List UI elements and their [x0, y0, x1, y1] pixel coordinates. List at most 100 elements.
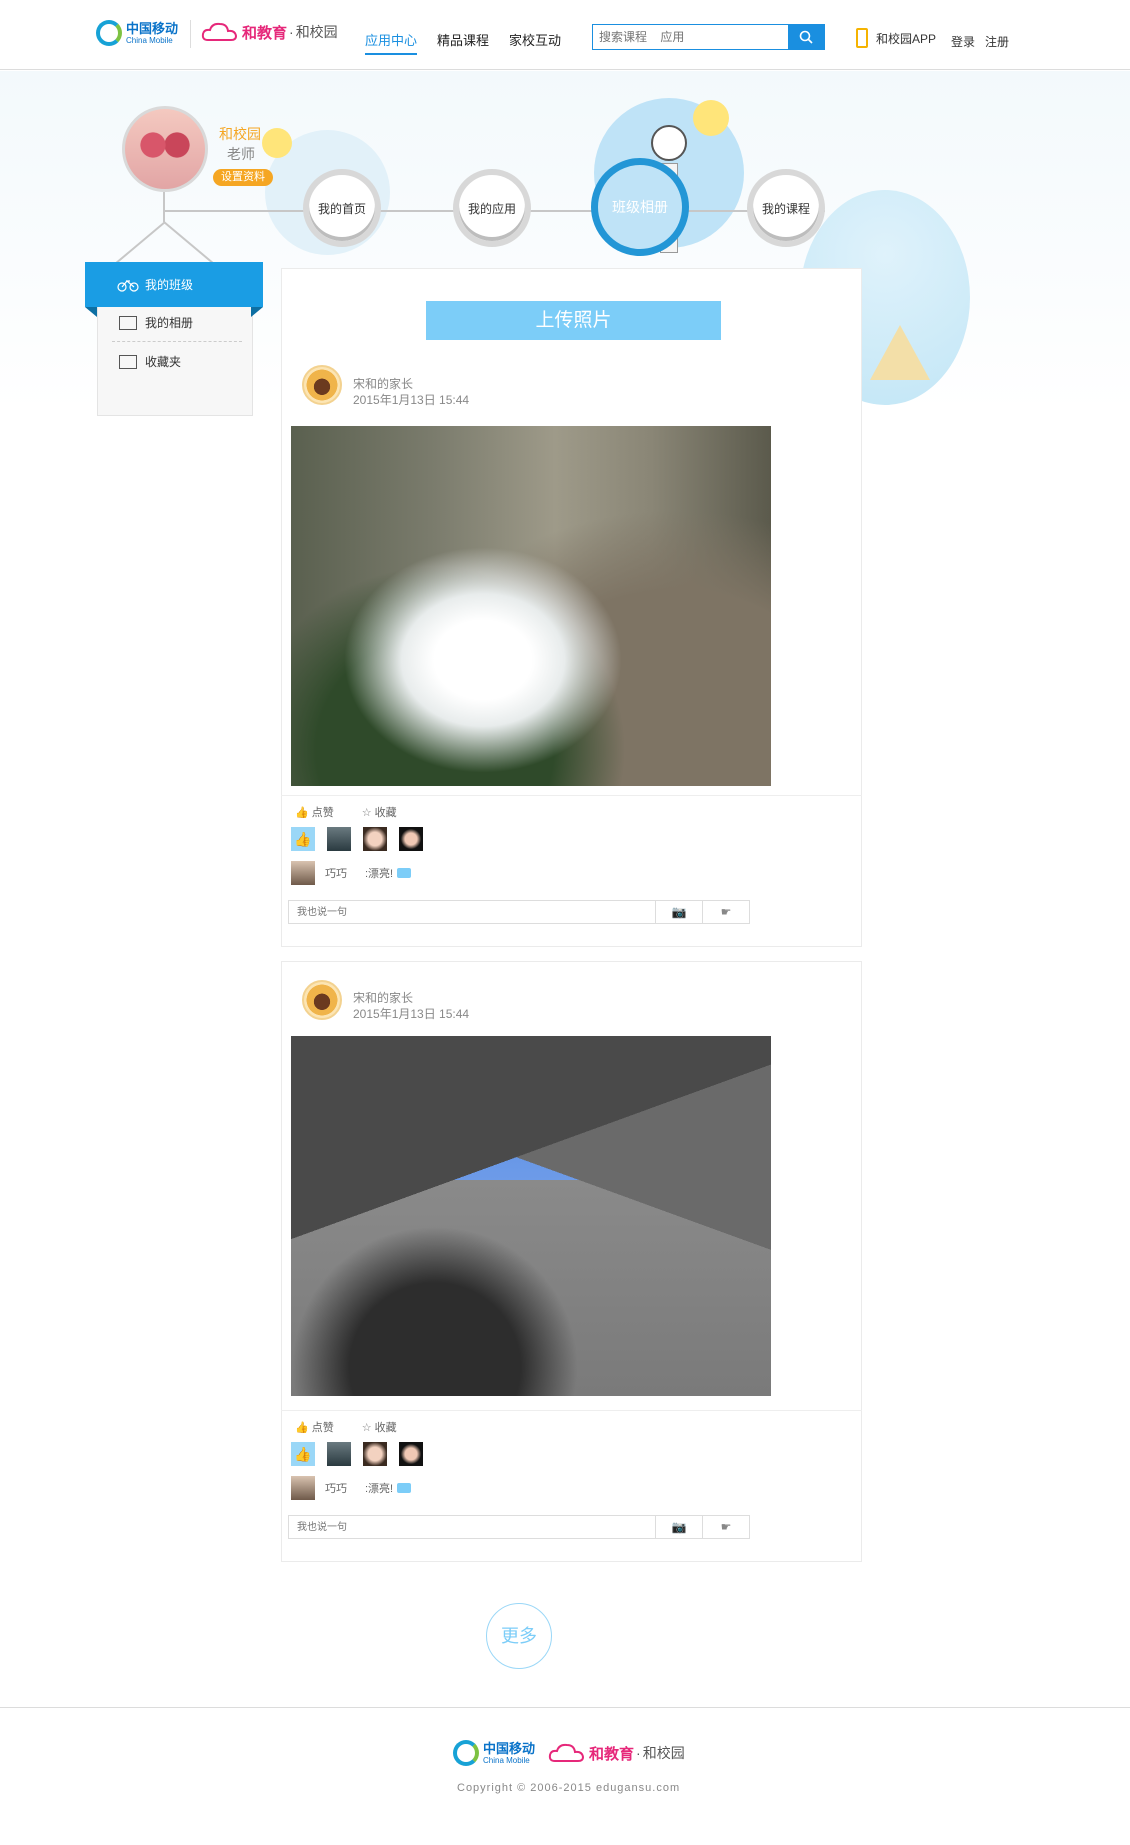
user-role: 老师 — [227, 146, 255, 162]
liker-avatar[interactable] — [363, 827, 387, 851]
camera-icon: 📷 — [671, 905, 687, 919]
post-actions: 👍 点赞 ☆ 收藏 — [295, 1419, 397, 1435]
post-author[interactable]: 宋和的家长 — [353, 375, 413, 392]
copyright: Copyright © 2006-2015 edugansu.com — [457, 1782, 681, 1794]
footer-china-mobile-cn: 中国移动 — [483, 1740, 536, 1756]
post-time: 2015年1月13日 15:44 — [353, 393, 470, 407]
logo-divider — [190, 20, 191, 48]
nav-app-center[interactable]: 应用中心 — [365, 30, 418, 55]
user-name: 和校园 — [219, 126, 261, 142]
brand-sep: · — [289, 24, 294, 40]
comment-item: 巧巧 :漂亮! — [291, 861, 412, 885]
menu-label: 我的班级 — [145, 278, 194, 292]
load-more-button[interactable]: 更多 — [486, 1603, 552, 1669]
login-link[interactable]: 登录 — [951, 33, 975, 50]
user-avatar[interactable] — [122, 106, 208, 192]
comment-input[interactable] — [289, 1516, 655, 1538]
comment-item: 巧巧 :漂亮! — [291, 1476, 412, 1500]
star-icon: ☆ — [361, 1422, 372, 1434]
comment-text: :漂亮! — [365, 1483, 394, 1495]
camera-icon: 📷 — [671, 1520, 687, 1534]
menu-my-album[interactable]: 我的相册 — [119, 314, 193, 331]
brand-sub: 和校园 — [295, 24, 338, 40]
divider — [281, 1410, 862, 1411]
china-mobile-cn: 中国移动 — [126, 20, 179, 36]
nav-courses[interactable]: 精品课程 — [437, 30, 489, 55]
likers-list: 👍 — [291, 1442, 423, 1466]
phone-icon — [856, 28, 868, 48]
cloud-icon — [547, 1741, 587, 1765]
menu-divider — [112, 341, 242, 342]
commenter-avatar[interactable] — [291, 1476, 315, 1500]
post-actions: 👍 点赞 ☆ 收藏 — [295, 804, 397, 820]
reply-bubble-icon[interactable] — [397, 1483, 412, 1493]
circle-nav-home[interactable]: 我的首页 — [303, 169, 381, 247]
china-mobile-logo[interactable]: 中国移动 China Mobile — [96, 18, 178, 48]
like-button[interactable]: 👍 点赞 — [295, 1419, 334, 1435]
app-download-link[interactable]: 和校园APP — [856, 28, 936, 48]
comment-text: :漂亮! — [365, 868, 394, 880]
camera-button[interactable]: 📷 — [655, 1516, 702, 1538]
comment-input[interactable] — [289, 901, 655, 923]
menu-favorites[interactable]: 收藏夹 — [119, 353, 181, 370]
thumbs-up-icon: 👍 — [295, 1422, 309, 1434]
circle-nav-class-album[interactable]: 班级相册 — [591, 158, 689, 256]
footer-logos: 中国移动 China Mobile 和教育 · 和校园 — [453, 1740, 685, 1766]
china-mobile-mark-icon — [453, 1740, 479, 1766]
divider — [281, 795, 862, 796]
pointer-hand-icon: ☛ — [720, 905, 732, 919]
commenter-name[interactable]: 巧巧 — [325, 1480, 347, 1496]
nav-home-school[interactable]: 家校互动 — [509, 30, 561, 55]
camera-button[interactable]: 📷 — [655, 901, 702, 923]
comment-box: 📷 ☛ — [288, 1515, 750, 1539]
liker-avatar[interactable] — [399, 1442, 423, 1466]
top-header: 中国移动 China Mobile 和教育 · 和校园 应用中心 精品课程 家校… — [0, 0, 1130, 70]
footer-brand-main: 和教育 — [589, 1745, 635, 1763]
liker-avatar[interactable] — [399, 827, 423, 851]
search-input[interactable] — [593, 25, 788, 49]
like-button[interactable]: 👍 点赞 — [295, 804, 334, 820]
post-author[interactable]: 宋和的家长 — [353, 989, 413, 1006]
favorite-button[interactable]: ☆ 收藏 — [362, 1419, 397, 1435]
sun-icon — [262, 128, 292, 158]
register-link[interactable]: 注册 — [985, 33, 1009, 50]
picture-icon — [119, 315, 137, 330]
commenter-avatar[interactable] — [291, 861, 315, 885]
footer-brand-sep: · — [636, 1745, 641, 1761]
liked-thumb-icon: 👍 — [291, 827, 315, 851]
post-time: 2015年1月13日 15:44 — [353, 1007, 470, 1021]
liker-avatar[interactable] — [363, 1442, 387, 1466]
thumbs-up-icon: 👍 — [295, 807, 309, 819]
circle-nav-courses[interactable]: 我的课程 — [747, 169, 825, 247]
footer-divider — [0, 1707, 1130, 1708]
search-icon — [799, 30, 813, 44]
post-author-avatar[interactable] — [302, 980, 342, 1020]
search-button[interactable] — [788, 25, 824, 49]
send-button[interactable]: ☛ — [702, 1516, 749, 1538]
menu-my-class[interactable]: 我的班级 — [85, 262, 263, 317]
app-label: 和校园APP — [876, 31, 937, 46]
favorite-button[interactable]: ☆ 收藏 — [362, 804, 397, 820]
commenter-name[interactable]: 巧巧 — [325, 865, 347, 881]
post-photo[interactable] — [291, 426, 771, 786]
liker-avatar[interactable] — [327, 1442, 351, 1466]
send-button[interactable]: ☛ — [702, 901, 749, 923]
circle-nav-apps[interactable]: 我的应用 — [453, 169, 531, 247]
reply-bubble-icon[interactable] — [397, 868, 412, 878]
post-photo[interactable] — [291, 1036, 771, 1396]
search-bar — [592, 24, 825, 50]
footer-china-mobile-en: China Mobile — [483, 1755, 530, 1765]
cloud-icon — [200, 20, 240, 44]
brand-main: 和教育 — [242, 24, 288, 42]
sun-icon — [693, 100, 729, 136]
upload-photo-button[interactable]: 上传照片 — [426, 301, 721, 340]
hejiaoyu-logo[interactable]: 和教育 · 和校园 — [200, 14, 338, 50]
set-profile-button[interactable]: 设置资料 — [213, 169, 273, 186]
liker-avatar[interactable] — [327, 827, 351, 851]
menu-label: 收藏夹 — [145, 355, 182, 369]
pointer-hand-icon: ☛ — [720, 1520, 732, 1534]
bicycle-icon — [117, 279, 139, 292]
footer-brand-sub: 和校园 — [642, 1745, 685, 1761]
folder-icon — [119, 354, 137, 369]
post-author-avatar[interactable] — [302, 365, 342, 405]
